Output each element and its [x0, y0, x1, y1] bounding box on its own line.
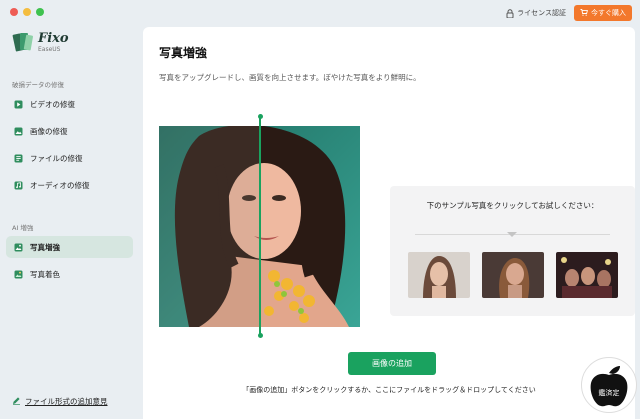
sample-photo-2[interactable]	[482, 252, 544, 298]
format-feedback-link[interactable]: ファイル形式の追加意見	[12, 396, 108, 407]
sidebar-item-label: ビデオの修復	[30, 99, 75, 109]
chevron-down-icon	[507, 232, 517, 237]
play-icon	[14, 100, 23, 109]
photo-enhance-icon	[14, 243, 23, 252]
stamp-text: 鑑済定	[599, 388, 620, 397]
drop-hint-text: 「画像の追加」ボタンをクリックするか、ここにファイルをドラッグ＆ドロップしてくだ…	[242, 386, 536, 394]
music-icon	[14, 181, 23, 190]
sample-title: 下のサンプル写真をクリックしてお試しください：	[426, 201, 599, 210]
edit-pen-icon	[12, 396, 21, 407]
sample-photos-panel: 下のサンプル写真をクリックしてお試しください：	[390, 186, 635, 316]
sidebar-item-photo-colorize[interactable]: 写真着色	[6, 263, 133, 285]
topbar-actions: ライセンス認証 今すぐ購入	[506, 5, 632, 21]
sidebar-item-label: 画像の修復	[30, 126, 68, 136]
sidebar-item-audio-repair[interactable]: オーディオの修復	[6, 174, 133, 196]
sidebar-item-label: 写真着色	[30, 269, 60, 279]
buy-now-label: 今すぐ購入	[591, 9, 626, 17]
sample-photo-3[interactable]	[556, 252, 618, 298]
section-label-ai: AI 増強	[12, 224, 34, 232]
compare-slider-line[interactable]	[259, 116, 261, 336]
license-button[interactable]: ライセンス認証	[506, 8, 566, 18]
compare-slider-handle-bottom[interactable]	[257, 333, 263, 338]
page-description: 写真をアップグレードし、画質を向上させます。ぼやけた写真をより鮮明に。	[159, 73, 421, 82]
section-label-repair: 破損データの修復	[12, 81, 64, 89]
cart-icon	[580, 8, 588, 18]
main-panel: 写真増強 写真をアップグレードし、画質を向上させます。ぼやけた写真をより鮮明に。	[143, 27, 635, 419]
feedback-label: ファイル形式の追加意見	[25, 397, 108, 406]
sidebar-item-photo-enhance[interactable]: 写真増強	[6, 236, 133, 258]
lock-icon	[506, 8, 514, 18]
watermark-stamp: 鑑済定	[581, 357, 637, 413]
sidebar-item-image-repair[interactable]: 画像の修復	[6, 120, 133, 142]
compare-slider-handle-top[interactable]	[257, 114, 263, 119]
add-image-button[interactable]: 画像の追加	[348, 352, 436, 375]
sidebar-item-label: 写真増強	[30, 242, 60, 252]
photo-colorize-icon	[14, 270, 23, 279]
sample-photo-1[interactable]	[408, 252, 470, 298]
app-logo: Fixo EaseUS	[12, 30, 69, 54]
file-icon	[14, 154, 23, 163]
page-title: 写真増強	[159, 46, 208, 60]
sidebar-item-video-repair[interactable]: ビデオの修復	[6, 93, 133, 115]
app-name: Fixo	[38, 30, 69, 46]
sidebar: Fixo EaseUS 破損データの修復 ビデオの修復 画像の修復 ファイルの修…	[0, 0, 142, 419]
app-vendor: EaseUS	[38, 45, 61, 53]
image-icon	[14, 127, 23, 136]
sidebar-item-label: オーディオの修復	[30, 180, 90, 190]
sidebar-item-label: ファイルの修復	[30, 153, 83, 163]
fixo-logo-icon	[12, 30, 34, 54]
license-label: ライセンス認証	[517, 9, 566, 17]
buy-now-button[interactable]: 今すぐ購入	[574, 5, 632, 21]
sidebar-item-file-repair[interactable]: ファイルの修復	[6, 147, 133, 169]
